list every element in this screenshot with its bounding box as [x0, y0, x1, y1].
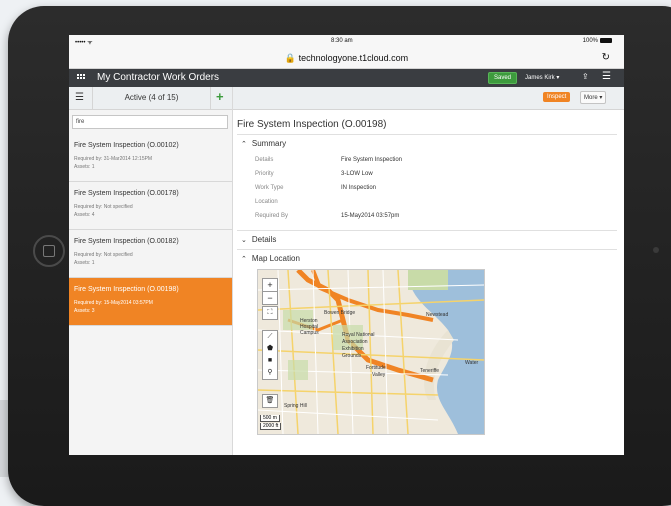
upload-icon[interactable]: ⇪ — [582, 72, 589, 81]
camera-icon — [653, 247, 659, 253]
zoom-out-button[interactable]: − — [262, 291, 278, 305]
draw-tools[interactable]: ⟋ ⬟ ■ ⚲ — [262, 330, 278, 380]
saved-button[interactable]: Saved — [488, 72, 518, 84]
map-label: Grounds — [342, 353, 362, 359]
clock: 8:30 am — [331, 38, 353, 44]
more-button[interactable]: More ▾ — [580, 91, 607, 104]
map-view[interactable]: Bowen Bridge Newstead Herston Hospital C… — [257, 269, 485, 435]
home-button[interactable] — [33, 235, 65, 267]
map-label: Association — [342, 339, 368, 345]
tablet-screen: ••••• ᯤ 8:30 am 100% 🔒 technologyone.t1c… — [69, 35, 624, 455]
field-label: Details — [255, 157, 274, 163]
details-section-toggle[interactable]: ⌄ Details — [241, 235, 276, 244]
field-label: Priority — [255, 171, 274, 177]
user-menu[interactable]: James Kirk ▾ — [525, 74, 559, 81]
zoom-in-button[interactable]: + — [262, 278, 278, 292]
field-label: Work Type — [255, 185, 284, 191]
fullscreen-icon[interactable]: ⛶ — [262, 306, 278, 320]
rectangle-tool-icon: ■ — [267, 357, 273, 364]
scale-bar-metric: 500 m — [260, 415, 280, 422]
polygon-tool-icon: ⬟ — [266, 345, 274, 352]
filter-menu-icon[interactable]: ☰ — [75, 92, 84, 103]
ios-status-bar: ••••• ᯤ 8:30 am 100% — [69, 35, 624, 49]
map-tiles[interactable] — [258, 270, 484, 434]
work-order-list-panel: ☰ Active (4 of 15) + fire Fire System In… — [69, 87, 233, 455]
field-value: 3-LOW Low — [341, 171, 373, 177]
chevron-up-icon: ⌃ — [241, 141, 247, 148]
list-item[interactable]: Fire System Inspection (O.00178) Require… — [69, 182, 232, 230]
detail-toolbar: Inspect More ▾ — [233, 87, 624, 110]
signal-indicator: ••••• ᯤ — [75, 40, 93, 46]
map-label: Water — [465, 360, 479, 366]
field-value: Fire System Inspection — [341, 157, 403, 163]
list-item-selected[interactable]: Fire System Inspection (O.00198) Require… — [69, 278, 232, 326]
reload-icon[interactable]: ↻ — [602, 52, 610, 63]
map-label: Newstead — [426, 312, 449, 318]
map-label: Bowen Bridge — [324, 310, 356, 316]
add-icon[interactable]: + — [216, 89, 224, 104]
map-label: Teneriffe — [420, 368, 440, 374]
field-value: IN Inspection — [341, 185, 377, 191]
app-grid-icon[interactable] — [77, 74, 86, 82]
line-tool-icon: ⟋ — [267, 333, 273, 340]
detail-title: Fire System Inspection (O.00198) — [237, 119, 387, 130]
map-label: Campus — [300, 330, 319, 336]
battery-icon — [600, 38, 612, 43]
list-item[interactable]: Fire System Inspection (O.00182) Require… — [69, 230, 232, 278]
url-text[interactable]: 🔒 technologyone.t1cloud.com — [69, 53, 624, 64]
chevron-down-icon: ⌄ — [241, 237, 247, 244]
field-label: Location — [255, 199, 278, 205]
work-order-detail-panel: Inspect More ▾ Fire System Inspection (O… — [233, 87, 624, 455]
app-header: My Contractor Work Orders Saved James Ki… — [69, 69, 624, 87]
inspect-button[interactable]: Inspect — [543, 92, 571, 102]
menu-icon[interactable]: ☰ — [602, 71, 611, 82]
list-item[interactable]: Fire System Inspection (O.00102) Require… — [69, 134, 232, 182]
field-value: 15-May2014 03:57pm — [341, 213, 400, 219]
map-label: Spring Hill — [284, 403, 307, 409]
app-title: My Contractor Work Orders — [97, 72, 220, 83]
browser-url-bar[interactable]: 🔒 technologyone.t1cloud.com ↻ — [69, 49, 624, 69]
chevron-up-icon: ⌃ — [241, 256, 247, 263]
map-label: Fortitude — [366, 365, 386, 371]
map-label: Valley — [372, 372, 386, 378]
map-label: Exhibition — [342, 346, 364, 352]
battery-indicator: 100% — [583, 38, 612, 44]
active-filter-label[interactable]: Active (4 of 15) — [93, 93, 210, 102]
delete-icon[interactable]: 🗑 — [262, 394, 278, 408]
search-input[interactable]: fire — [72, 115, 228, 129]
marker-tool-icon: ⚲ — [267, 369, 273, 376]
field-label: Required By — [255, 213, 289, 219]
list-header: ☰ Active (4 of 15) + — [69, 87, 232, 110]
map-label: Royal National — [342, 332, 375, 338]
summary-section-toggle[interactable]: ⌃ Summary — [241, 139, 286, 148]
map-section-toggle[interactable]: ⌃ Map Location — [241, 254, 300, 263]
scale-bar-imperial: 2000 ft — [260, 423, 282, 430]
